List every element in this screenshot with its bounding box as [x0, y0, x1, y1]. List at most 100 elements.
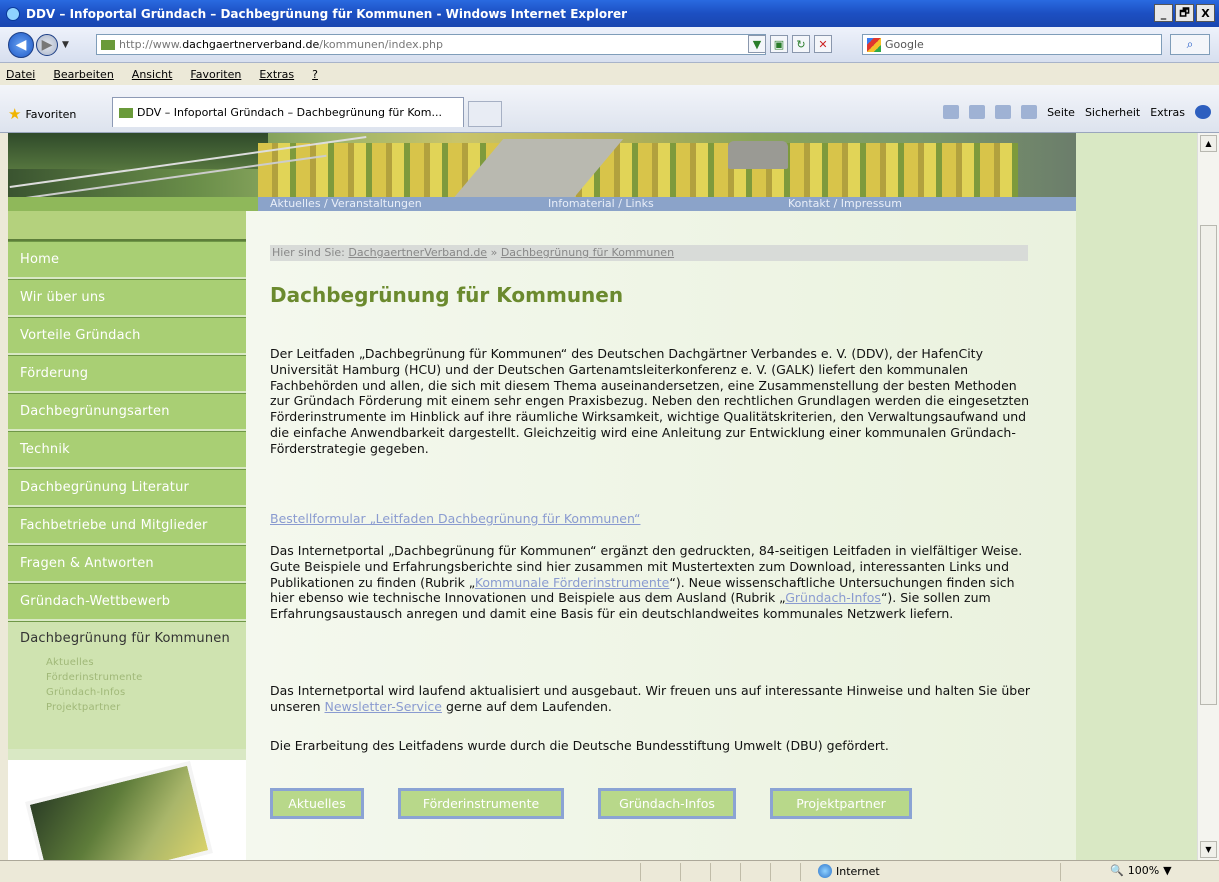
mail-icon[interactable]: [995, 105, 1012, 119]
favorites-button[interactable]: ★ Favoriten: [8, 105, 76, 123]
sidebar-photo: [8, 760, 246, 860]
update-paragraph: Das Internetportal wird laufend aktualis…: [270, 683, 1031, 714]
sidebar-sub-aktuelles[interactable]: Aktuelles: [46, 655, 142, 670]
home-icon[interactable]: [943, 105, 960, 119]
search-placeholder: Google: [885, 38, 924, 51]
aktuelles-button[interactable]: Aktuelles: [270, 788, 364, 819]
breadcrumb-current-link[interactable]: Dachbegrünung für Kommunen: [501, 246, 674, 259]
breadcrumb: Hier sind Sie: DachgaertnerVerband.de » …: [270, 245, 1028, 261]
close-button[interactable]: X: [1196, 4, 1215, 22]
security-zone: Internet: [818, 864, 880, 878]
scroll-down-icon[interactable]: ▼: [1200, 841, 1217, 858]
sidebar-item-technik[interactable]: Technik: [8, 431, 246, 469]
sidebar-item-wettbewerb[interactable]: Gründach-Wettbewerb: [8, 583, 246, 621]
sidebar-item-foerderung[interactable]: Förderung: [8, 355, 246, 393]
menu-datei[interactable]: Datei: [6, 68, 35, 81]
back-button[interactable]: ◀: [8, 31, 34, 58]
command-bar: Seite Sicherheit Extras: [943, 105, 1211, 119]
breadcrumb-home-link[interactable]: DachgaertnerVerband.de: [348, 246, 487, 259]
zoom-level: 100%: [1127, 864, 1160, 877]
favorites-label: Favoriten: [25, 107, 77, 121]
page-title: Dachbegrünung für Kommunen: [270, 283, 624, 307]
page-menu[interactable]: Seite: [1047, 106, 1075, 119]
address-input[interactable]: http://www. dachgaertnerverband.de/kommun…: [96, 34, 766, 55]
projektpartner-button[interactable]: Projektpartner: [770, 788, 912, 819]
favorites-bar: ★ Favoriten DDV – Infoportal Gründach – …: [0, 85, 1219, 133]
topnav-infomaterial[interactable]: Infomaterial / Links: [548, 197, 654, 211]
breadcrumb-separator: »: [490, 246, 498, 259]
refresh-icon[interactable]: ↻: [792, 35, 810, 53]
topnav-aktuelles[interactable]: Aktuelles / Veranstaltungen: [270, 197, 422, 211]
url-prefix: http://www.: [119, 38, 183, 51]
sidebar-sub-gruendach-infos[interactable]: Gründach-Infos: [46, 685, 142, 700]
section-buttons: Aktuelles Förderinstrumente Gründach-Inf…: [270, 788, 946, 819]
portal-paragraph: Das Internetportal „Dachbegrünung für Ko…: [270, 543, 1023, 622]
browser-tab[interactable]: DDV – Infoportal Gründach – Dachbegrünun…: [112, 97, 464, 127]
security-menu[interactable]: Sicherheit: [1085, 106, 1140, 119]
tab-title: DDV – Infoportal Gründach – Dachbegrünun…: [137, 106, 442, 119]
compat-view-icon[interactable]: ▣: [770, 35, 788, 53]
zoom-control[interactable]: 🔍 100% ▼: [1110, 864, 1172, 877]
ie-icon: [6, 6, 20, 21]
right-margin: [1076, 133, 1197, 860]
scroll-up-icon[interactable]: ▲: [1200, 135, 1217, 152]
forward-button[interactable]: ▶: [36, 33, 58, 56]
menu-extras[interactable]: Extras: [259, 68, 294, 81]
sidebar-nav: Home Wir über uns Vorteile Gründach Förd…: [8, 211, 246, 860]
site-favicon: [101, 39, 115, 50]
sidebar-item-fachbetriebe[interactable]: Fachbetriebe und Mitglieder: [8, 507, 246, 545]
stop-icon[interactable]: ✕: [814, 35, 832, 53]
menu-ansicht[interactable]: Ansicht: [132, 68, 173, 81]
sidebar-sub-projektpartner[interactable]: Projektpartner: [46, 700, 142, 715]
maximize-button[interactable]: 🗗: [1175, 4, 1194, 22]
search-go-button[interactable]: ⌕: [1170, 34, 1210, 55]
zoom-icon: 🔍: [1110, 864, 1124, 877]
newsletter-link[interactable]: Newsletter-Service: [325, 699, 442, 714]
feeds-icon[interactable]: [969, 105, 986, 119]
top-navigation: Aktuelles / Veranstaltungen Infomaterial…: [8, 197, 1076, 211]
new-tab-button[interactable]: [468, 101, 502, 127]
sidebar-item-home[interactable]: Home: [8, 241, 246, 279]
minimize-button[interactable]: _: [1154, 4, 1173, 22]
help-icon[interactable]: [1195, 105, 1211, 119]
main-content: Hier sind Sie: DachgaertnerVerband.de » …: [246, 211, 1076, 860]
star-icon: ★: [8, 105, 22, 123]
foerderinstrumente-button[interactable]: Förderinstrumente: [398, 788, 564, 819]
status-bar: Internet 🔍 100% ▼: [0, 860, 1219, 882]
search-input[interactable]: Google: [862, 34, 1162, 55]
sidebar-item-vorteile[interactable]: Vorteile Gründach: [8, 317, 246, 355]
sidebar-item-arten[interactable]: Dachbegrünungsarten: [8, 393, 246, 431]
address-dropdown-icon[interactable]: ▼: [748, 35, 766, 53]
print-icon[interactable]: [1021, 105, 1038, 119]
topnav-kontakt[interactable]: Kontakt / Impressum: [788, 197, 902, 211]
zone-label: Internet: [836, 864, 880, 878]
address-toolbar: ◀ ▶ ▼ http://www. dachgaertnerverband.de /…: [0, 27, 1219, 63]
globe-icon: [818, 864, 832, 878]
gruendach-infos-link[interactable]: Gründach-Infos: [785, 590, 881, 605]
sidebar-active-label: Dachbegrünung für Kommunen: [20, 631, 230, 646]
tools-menu[interactable]: Extras: [1150, 106, 1185, 119]
tab-favicon: [119, 107, 133, 118]
menu-favoriten[interactable]: Favoriten: [190, 68, 241, 81]
vertical-scrollbar[interactable]: ▲ ▼: [1197, 133, 1219, 860]
order-form-link[interactable]: Bestellformular „Leitfaden Dachbegrünung…: [270, 511, 640, 526]
scroll-thumb[interactable]: [1200, 225, 1217, 705]
kommunale-foerderinstrumente-link[interactable]: Kommunale Förderinstrumente: [475, 575, 670, 590]
sidebar-item-faq[interactable]: Fragen & Antworten: [8, 545, 246, 583]
sidebar-sub-foerderinstrumente[interactable]: Förderinstrumente: [46, 670, 142, 685]
google-icon: [867, 37, 881, 52]
gruendach-infos-button[interactable]: Gründach-Infos: [598, 788, 736, 819]
browser-window: DDV – Infoportal Gründach – Dachbegrünun…: [0, 0, 1219, 882]
sidebar-item-wir-ueber-uns[interactable]: Wir über uns: [8, 279, 246, 317]
history-dropdown-icon[interactable]: ▼: [62, 40, 69, 50]
dbu-paragraph: Die Erarbeitung des Leitfadens wurde dur…: [270, 738, 889, 753]
sidebar-item-literatur[interactable]: Dachbegrünung Literatur: [8, 469, 246, 507]
breadcrumb-prefix: Hier sind Sie:: [272, 246, 345, 259]
intro-paragraph: Der Leitfaden „Dachbegrünung für Kommune…: [270, 346, 1030, 456]
title-bar: DDV – Infoportal Gründach – Dachbegrünun…: [0, 0, 1219, 27]
menu-bearbeiten[interactable]: Bearbeiten: [53, 68, 113, 81]
sidebar-item-kommunen[interactable]: Dachbegrünung für Kommunen Aktuelles För…: [8, 621, 246, 751]
menu-help[interactable]: ?: [312, 68, 318, 81]
url-domain: dachgaertnerverband.de: [182, 38, 320, 51]
zoom-dropdown-icon[interactable]: ▼: [1163, 864, 1171, 877]
